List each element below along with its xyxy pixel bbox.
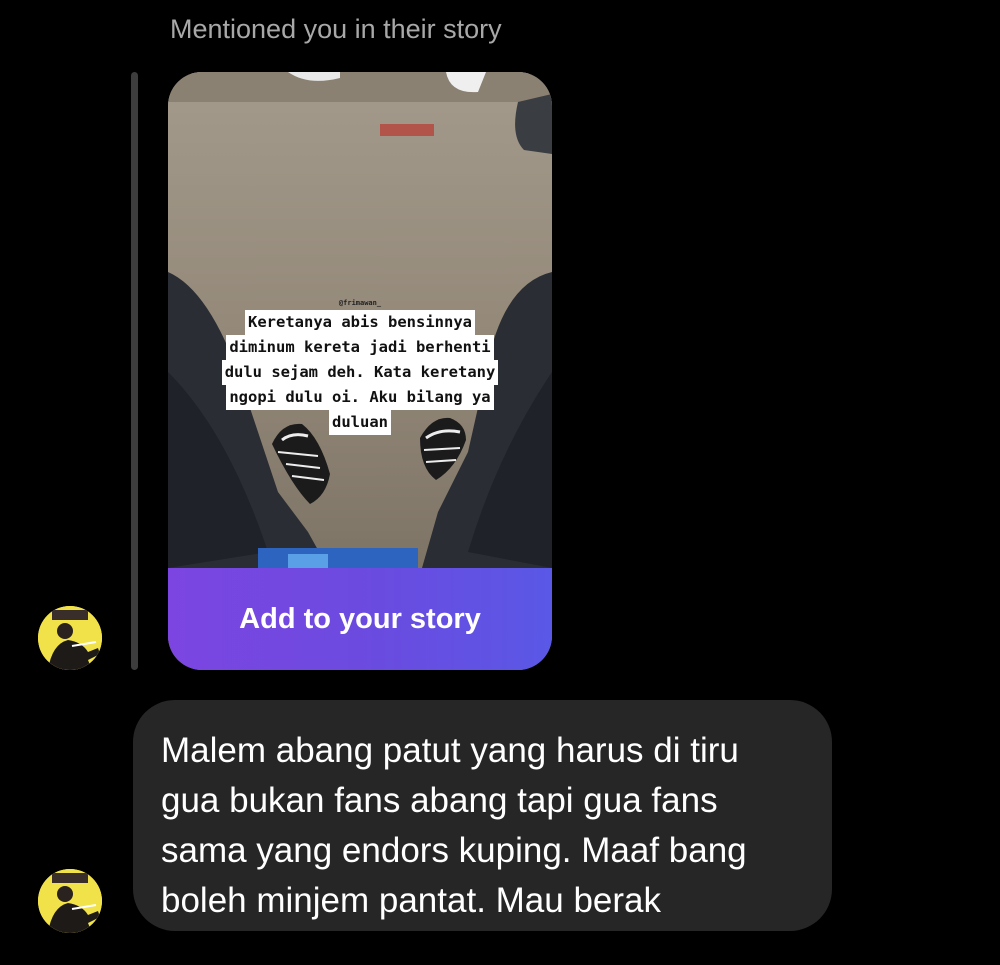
avatar[interactable] xyxy=(38,869,102,933)
caption-line: dulu sejam deh. Kata keretany xyxy=(221,360,499,385)
caption-line: ngopi dulu oi. Aku bilang ya xyxy=(226,385,494,410)
message-line: Malem abang patut yang harus di tiru xyxy=(161,731,739,770)
caption-line: diminum kereta jadi berhenti xyxy=(226,335,494,360)
caption-line: duluan xyxy=(329,410,391,435)
message-line: sama yang endors kuping. Maaf bang xyxy=(161,831,747,870)
story-preview[interactable]: @frimawan_ Keretanya abis bensinnya dimi… xyxy=(168,72,552,670)
caption-line: Keretanya abis bensinnya xyxy=(245,310,475,335)
story-caption: @frimawan_ Keretanya abis bensinnya dimi… xyxy=(194,298,526,435)
message-line: boleh minjem pantat. Mau berak xyxy=(161,881,661,920)
avatar-photo xyxy=(38,606,102,670)
story-mention-label: Mentioned you in their story xyxy=(170,14,502,44)
avatar[interactable] xyxy=(38,606,102,670)
story-username-tag: @frimawan_ xyxy=(338,299,382,307)
story-reply-bar xyxy=(131,72,138,670)
message-line: gua bukan fans abang tapi gua fans xyxy=(161,781,718,820)
add-to-story-button[interactable]: Add to your story xyxy=(168,568,552,670)
avatar-photo xyxy=(38,869,102,933)
message-bubble[interactable]: Malem abang patut yang harus di tiru gua… xyxy=(133,700,832,931)
